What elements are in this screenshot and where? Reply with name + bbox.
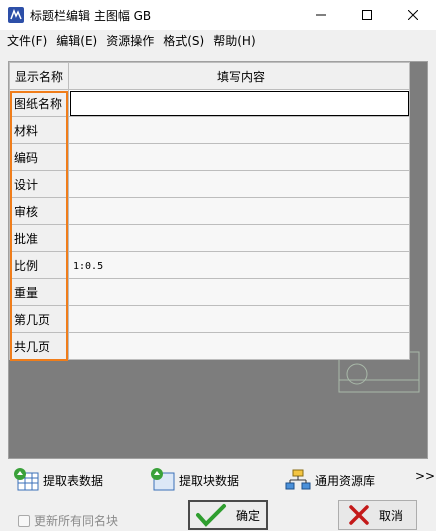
row-value-input[interactable] — [68, 305, 410, 333]
row-value-input[interactable] — [68, 116, 410, 144]
row-name: 材料 — [9, 116, 69, 144]
cancel-label: 取消 — [379, 508, 404, 523]
more-button[interactable]: >> — [415, 469, 435, 483]
table-row: 批准 — [9, 224, 410, 252]
row-name: 设计 — [9, 170, 69, 198]
row-name: 重量 — [9, 278, 69, 306]
row-name: 批准 — [9, 224, 69, 252]
menu-resource[interactable]: 资源操作 — [103, 30, 160, 52]
row-value-input[interactable] — [68, 278, 410, 306]
ok-label: 确定 — [236, 508, 261, 523]
row-value-input[interactable] — [68, 143, 410, 171]
update-same-name-checkbox[interactable] — [18, 514, 30, 527]
cancel-x-icon — [349, 505, 369, 525]
resource-library-icon — [285, 469, 311, 490]
cancel-button[interactable]: 取消 — [338, 500, 417, 530]
row-value-input[interactable] — [68, 197, 410, 225]
table-row: 材料 — [9, 116, 410, 144]
maximize-icon — [362, 10, 372, 20]
row-value-input[interactable]: 1:0.5 — [68, 251, 410, 279]
row-name: 编码 — [9, 143, 69, 171]
table-row: 编码 — [9, 143, 410, 171]
checkmark-icon — [196, 504, 226, 527]
close-icon — [408, 10, 418, 20]
table-row: 比例 1:0.5 — [9, 251, 410, 279]
table-row: 第几页 — [9, 305, 410, 333]
table-row: 图纸名称 — [9, 89, 410, 117]
table-header-row: 显示名称 填写内容 — [9, 62, 410, 90]
menu-file[interactable]: 文件(F) — [4, 30, 53, 52]
table-row: 审核 — [9, 197, 410, 225]
window-title: 标题栏编辑 主图幅 GB — [30, 8, 152, 23]
extract-block-icon — [151, 468, 175, 491]
extract-table-button[interactable]: 提取表数据 — [12, 465, 103, 495]
close-button[interactable] — [390, 0, 436, 30]
row-value-input[interactable] — [68, 332, 410, 360]
resource-library-button[interactable]: 通用资源库 — [284, 465, 375, 495]
row-name: 共几页 — [9, 332, 69, 360]
menu-help[interactable]: 帮助(H) — [210, 30, 261, 52]
table-row: 设计 — [9, 170, 410, 198]
row-value-input[interactable] — [68, 224, 410, 252]
extract-block-button[interactable]: 提取块数据 — [148, 465, 239, 495]
row-name: 图纸名称 — [9, 89, 69, 117]
extract-table-label: 提取表数据 — [43, 473, 104, 488]
resource-library-label: 通用资源库 — [315, 473, 376, 488]
app-icon — [8, 7, 24, 23]
row-name: 审核 — [9, 197, 69, 225]
menu-edit[interactable]: 编辑(E) — [53, 30, 103, 52]
maximize-button[interactable] — [344, 0, 390, 30]
row-name: 比例 — [9, 251, 69, 279]
table-row: 重量 — [9, 278, 410, 306]
minimize-button[interactable] — [298, 0, 344, 30]
row-value: 1:0.5 — [73, 261, 104, 272]
row-value-input[interactable] — [68, 89, 410, 117]
title-block-table: 显示名称 填写内容 图纸名称 材料 编码 设计 审核 批准 比例 1:0.5 重… — [9, 62, 410, 360]
table-row: 共几页 — [9, 332, 410, 360]
title-bar: 标题栏编辑 主图幅 GB — [0, 0, 436, 30]
ok-button[interactable]: 确定 — [188, 500, 268, 530]
menu-bar: 文件(F) 编辑(E) 资源操作 格式(S) 帮助(H) — [0, 30, 436, 52]
extract-block-label: 提取块数据 — [179, 473, 240, 488]
header-display-name: 显示名称 — [9, 62, 69, 90]
field-grid: 显示名称 填写内容 图纸名称 材料 编码 设计 审核 批准 比例 1:0.5 重… — [8, 61, 428, 459]
extract-table-icon — [14, 468, 39, 491]
row-name: 第几页 — [9, 305, 69, 333]
minimize-icon — [316, 14, 326, 16]
menu-format[interactable]: 格式(S) — [160, 30, 210, 52]
bottom-toolbar: 提取表数据 提取块数据 通用资源库 >> — [0, 463, 436, 497]
header-fill-content: 填写内容 — [68, 62, 410, 90]
update-same-name-option[interactable]: 更新所有同名块 — [18, 512, 118, 529]
update-same-name-label: 更新所有同名块 — [34, 514, 119, 528]
row-value-input[interactable] — [68, 170, 410, 198]
